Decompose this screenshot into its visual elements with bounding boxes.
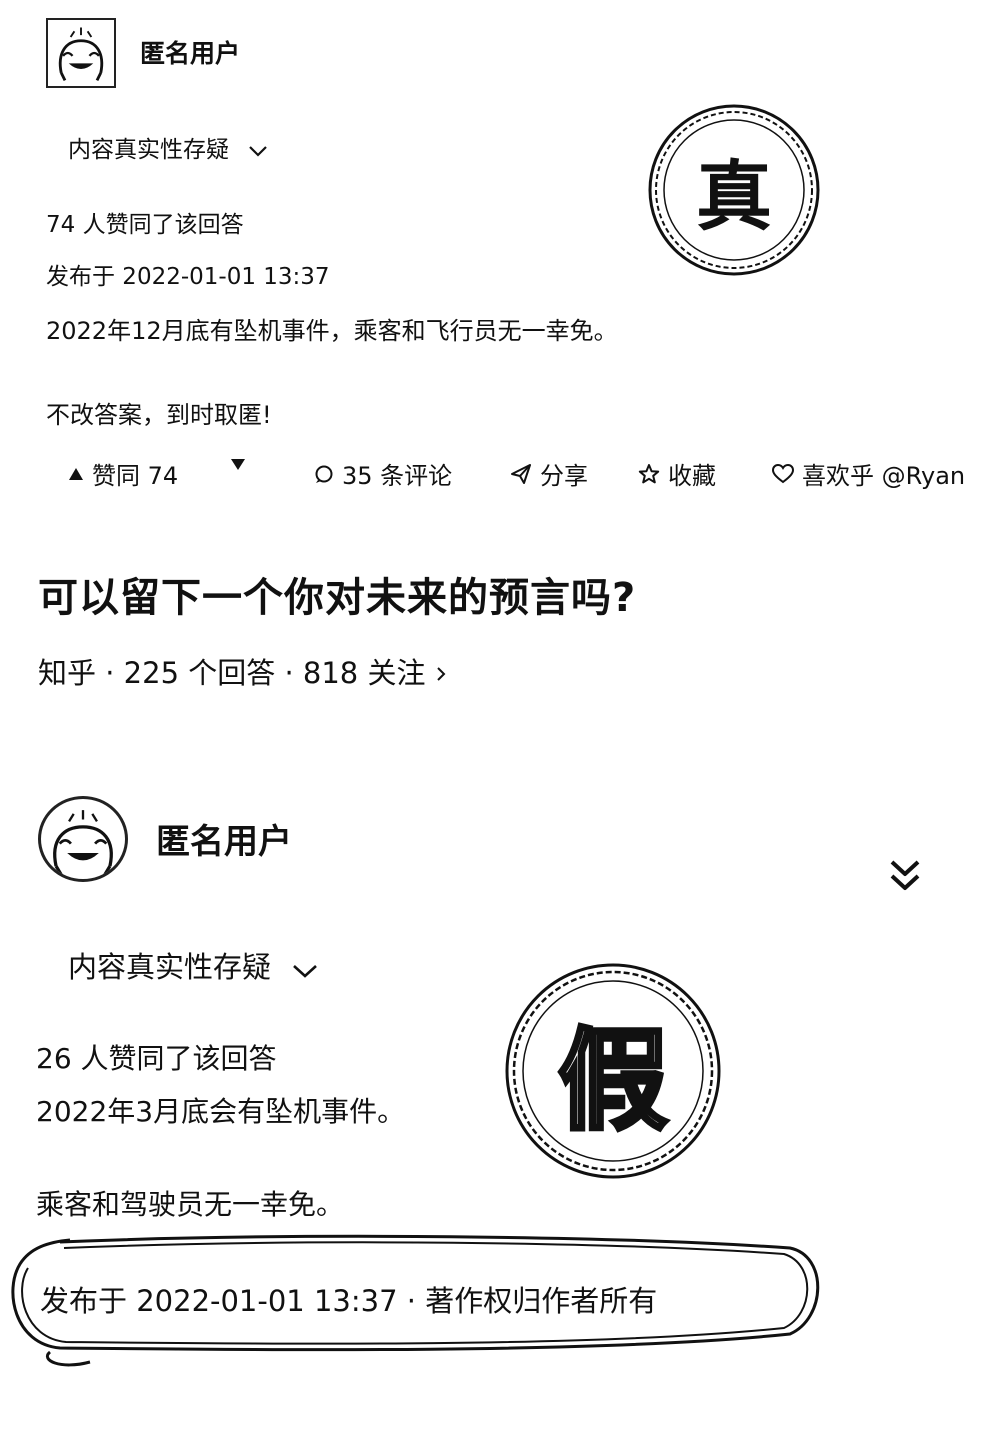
avatar[interactable] (38, 796, 128, 882)
follower-count: 818 关注 (302, 656, 426, 690)
author-name[interactable]: 匿名用户 (140, 34, 240, 70)
stamp-character: 真 (696, 152, 772, 241)
star-icon (638, 463, 660, 483)
answer-count: 225 个回答 (123, 656, 276, 690)
favorite-button[interactable]: 收藏 (638, 456, 716, 491)
meta-separator: · (284, 656, 294, 690)
authentic-stamp: 真 (644, 100, 824, 280)
publish-time: 发布于 2022-01-01 13:37 (46, 264, 330, 290)
upvote-label: 赞同 74 (92, 462, 179, 490)
laughing-face-icon (58, 27, 104, 81)
answer-text-line: 乘客和驾驶员无一幸免。 (36, 1188, 345, 1221)
answer-text-line: 2022年12月底有坠机事件，乘客和飞行员无一幸免。 (46, 317, 618, 345)
share-button[interactable]: 分享 (510, 456, 588, 491)
author-name[interactable]: 匿名用户 (156, 814, 292, 863)
like-watermark: 喜欢乎 @Ryan (802, 462, 966, 490)
question-source: 知乎 (38, 656, 97, 690)
answer-text-line: 不改答案，到时取匿! (46, 401, 272, 429)
meta-separator: · (105, 656, 115, 690)
fake-stamp: 假 (500, 958, 726, 1184)
upvote-button[interactable]: 赞同 74 (68, 456, 178, 491)
share-label: 分享 (540, 462, 588, 490)
avatar[interactable] (46, 18, 116, 88)
stamp-character: 假 (556, 1014, 670, 1147)
like-button[interactable]: 喜欢乎 @Ryan (772, 456, 965, 491)
credibility-label: 内容真实性存疑 (68, 137, 229, 163)
laughing-face-icon (53, 810, 113, 877)
expand-button[interactable] (884, 854, 926, 896)
heart-icon (772, 463, 794, 483)
vote-summary: 26 人赞同了该回答 (36, 1042, 277, 1075)
triangle-down-icon (231, 459, 245, 470)
comments-button[interactable]: 35 条评论 (314, 456, 452, 491)
credibility-dropdown[interactable]: 内容真实性存疑 (68, 130, 268, 164)
paper-plane-icon (511, 463, 531, 484)
triangle-up-icon (69, 467, 83, 480)
chevron-right-icon (435, 656, 447, 690)
double-chevron-down-icon (890, 860, 920, 890)
action-bar: 赞同 74 35 条评论 分享 收藏 喜欢乎 @Ryan (68, 456, 1000, 490)
publish-time-copyright: 发布于 2022-01-01 13:37 · 著作权归作者所有 (40, 1284, 658, 1318)
credibility-label: 内容真实性存疑 (68, 950, 272, 984)
vote-summary: 74 人赞同了该回答 (46, 212, 244, 238)
downvote-button[interactable] (230, 456, 246, 472)
chevron-down-icon (292, 952, 318, 986)
answer-text-line: 2022年3月底会有坠机事件。 (36, 1095, 406, 1128)
comment-bubble-icon (315, 465, 333, 483)
question-meta[interactable]: 知乎 · 225 个回答 · 818 关注 (38, 650, 447, 692)
credibility-dropdown[interactable]: 内容真实性存疑 (68, 944, 318, 986)
chevron-down-icon (248, 138, 268, 164)
comments-label: 35 条评论 (342, 462, 453, 490)
question-title[interactable]: 可以留下一个你对未来的预言吗? (38, 565, 636, 623)
favorite-label: 收藏 (668, 462, 716, 490)
